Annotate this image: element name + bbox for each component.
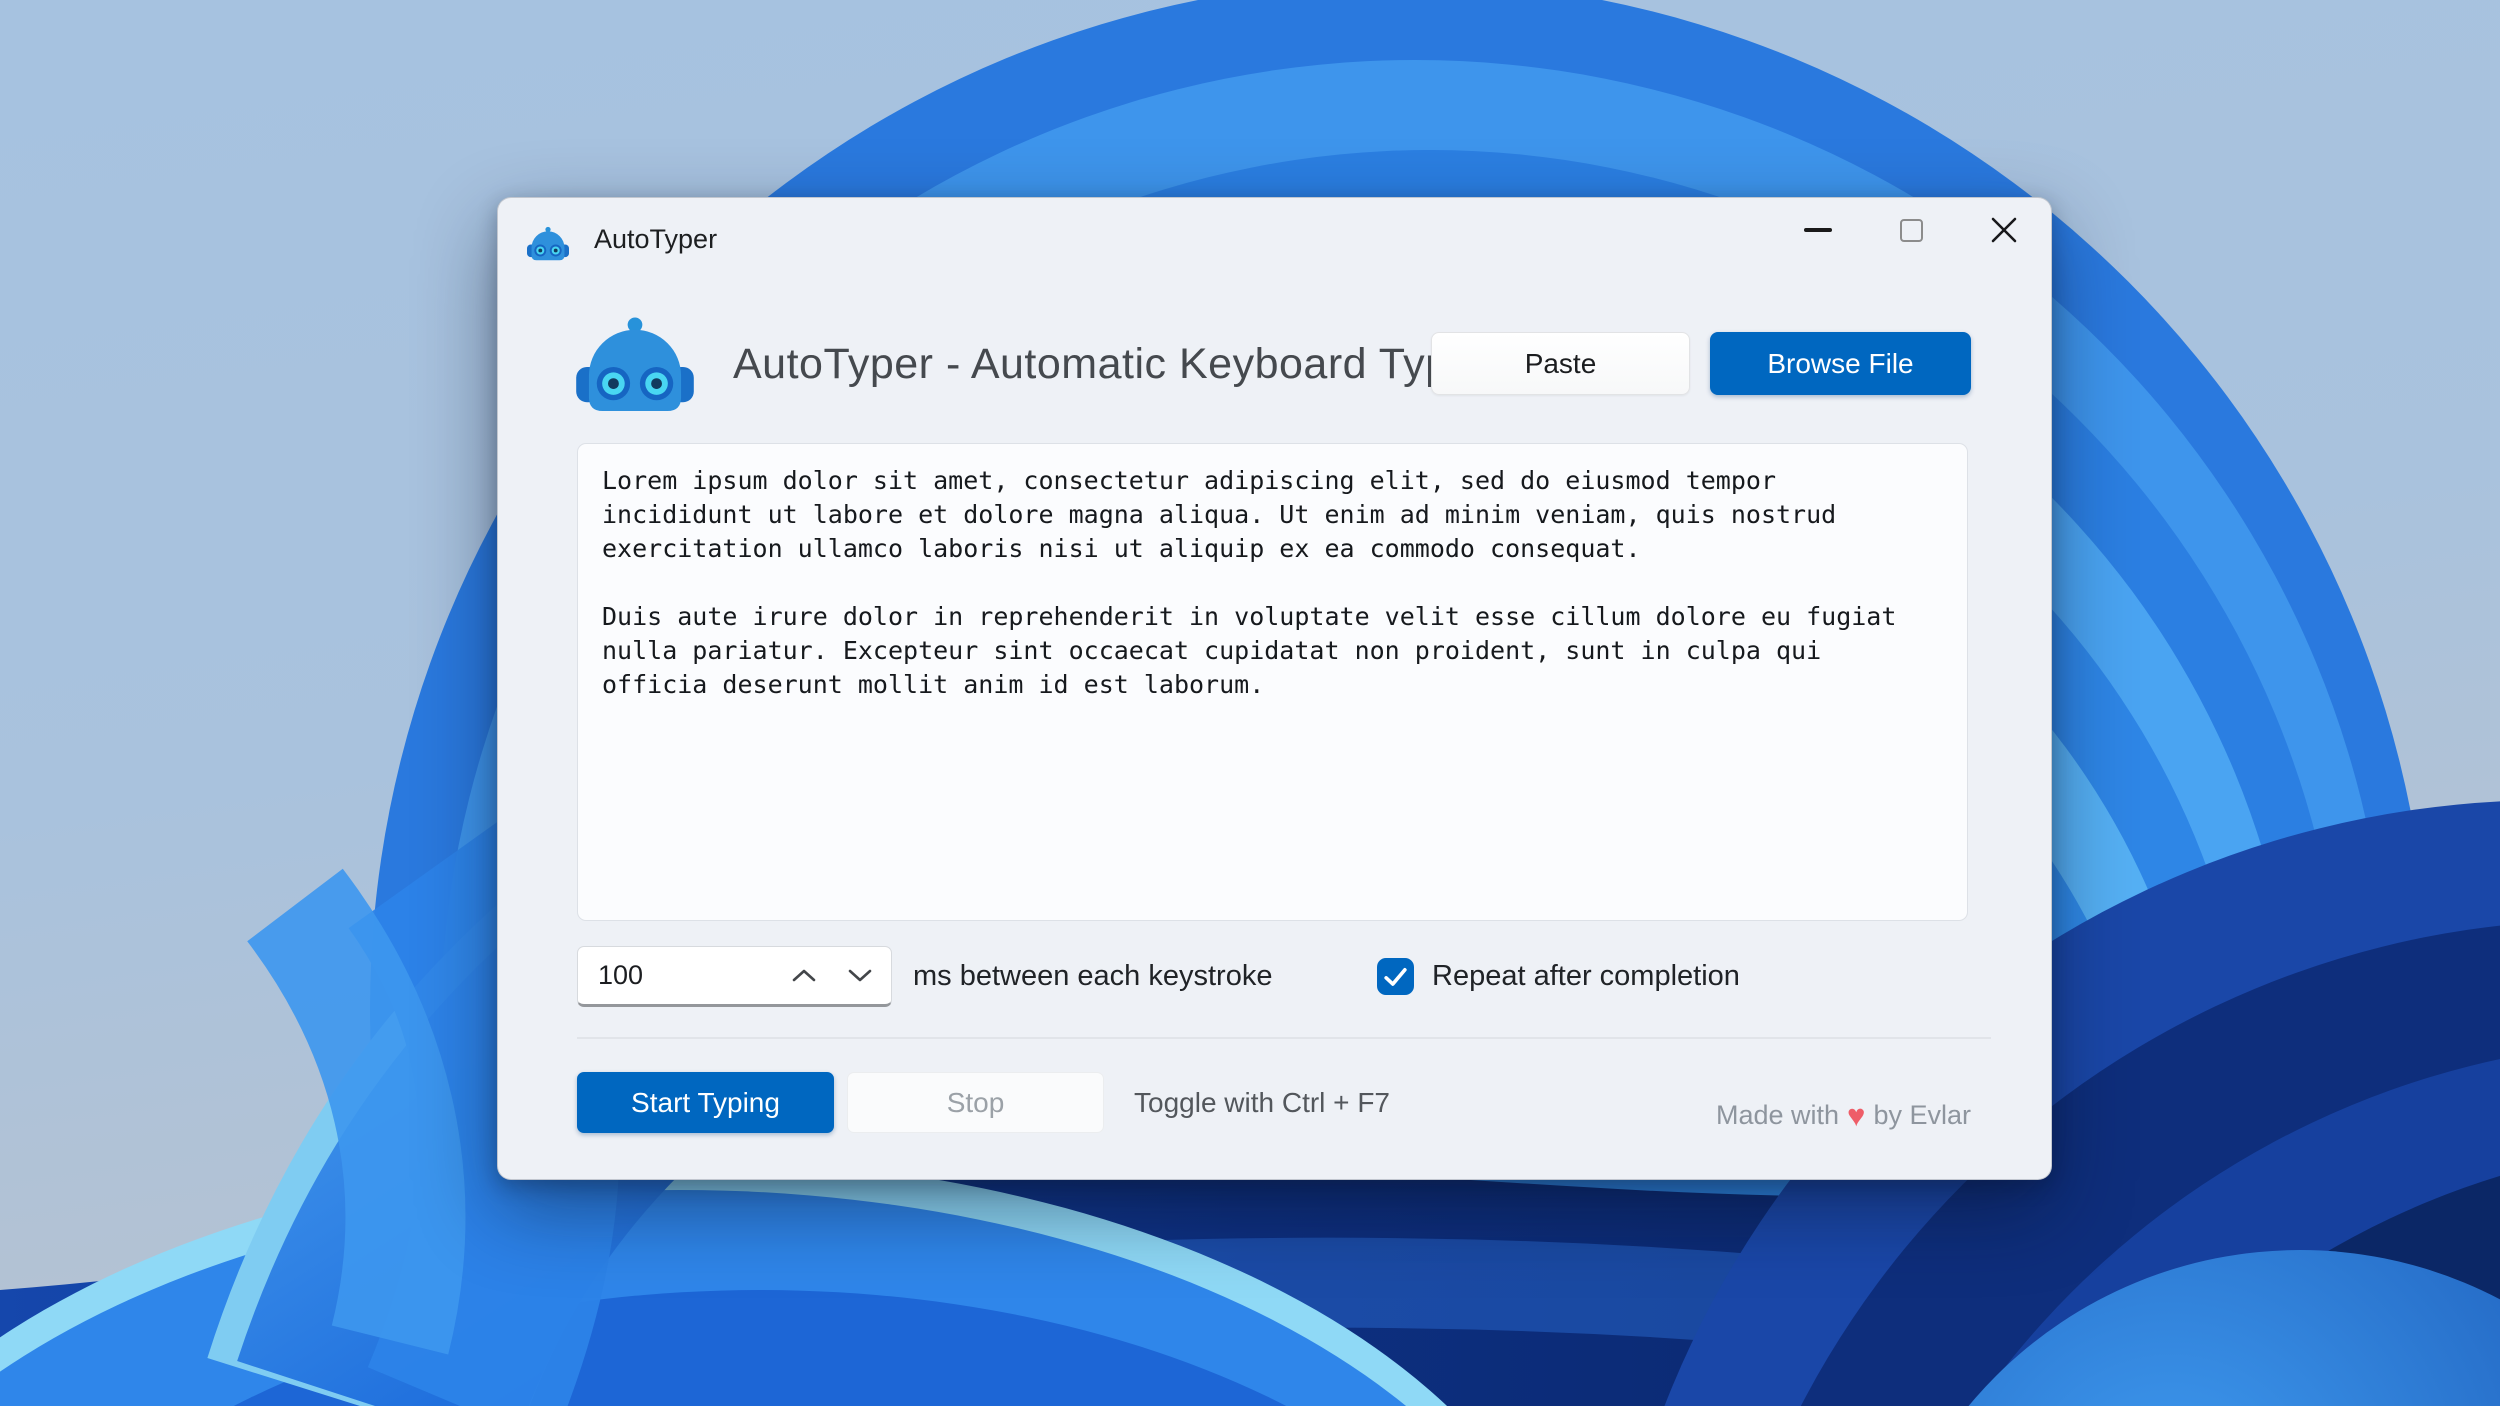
credit-text: Made with ♥ by Evlar: [1716, 1090, 1971, 1140]
credit-prefix: Made with: [1716, 1100, 1839, 1130]
chevron-up-icon: [792, 969, 816, 982]
hotkey-hint: Toggle with Ctrl + F7: [1134, 1072, 1390, 1133]
maximize-button[interactable]: [1876, 198, 1946, 262]
heart-icon: ♥: [1847, 1098, 1865, 1133]
app-icon: [527, 225, 569, 262]
interval-unit-label: ms between each keystroke: [913, 946, 1272, 1007]
repeat-checkbox-label: Repeat after completion: [1432, 946, 1740, 1007]
repeat-checkbox[interactable]: [1377, 958, 1414, 995]
app-logo-icon: [576, 315, 694, 413]
interval-input[interactable]: 100: [577, 946, 892, 1007]
increment-button[interactable]: [776, 951, 831, 999]
window-title: AutoTyper: [594, 224, 717, 255]
chevron-down-icon: [848, 969, 872, 982]
titlebar[interactable]: AutoTyper: [498, 198, 2051, 268]
stop-button[interactable]: Stop: [847, 1072, 1104, 1133]
page-title: AutoTyper - Automatic Keyboard Typer: [733, 315, 1489, 413]
desktop: AutoTyper: [0, 0, 2500, 1406]
close-icon: [1990, 216, 2018, 244]
interval-value: 100: [598, 947, 643, 1003]
checkmark-icon: [1379, 960, 1412, 993]
divider: [577, 1037, 1991, 1039]
decrement-button[interactable]: [832, 951, 887, 999]
close-button[interactable]: [1969, 198, 2039, 262]
paste-button[interactable]: Paste: [1431, 332, 1690, 395]
credit-suffix: by Evlar: [1873, 1100, 1971, 1130]
text-input[interactable]: Lorem ipsum dolor sit amet, consectetur …: [577, 443, 1968, 921]
start-typing-button[interactable]: Start Typing: [577, 1072, 834, 1133]
minimize-button[interactable]: [1783, 198, 1853, 262]
autotyper-window: AutoTyper: [497, 197, 2052, 1180]
minimize-icon: [1804, 228, 1832, 232]
maximize-icon: [1900, 219, 1923, 242]
window-controls: [1760, 198, 2039, 262]
browse-file-button[interactable]: Browse File: [1710, 332, 1971, 395]
